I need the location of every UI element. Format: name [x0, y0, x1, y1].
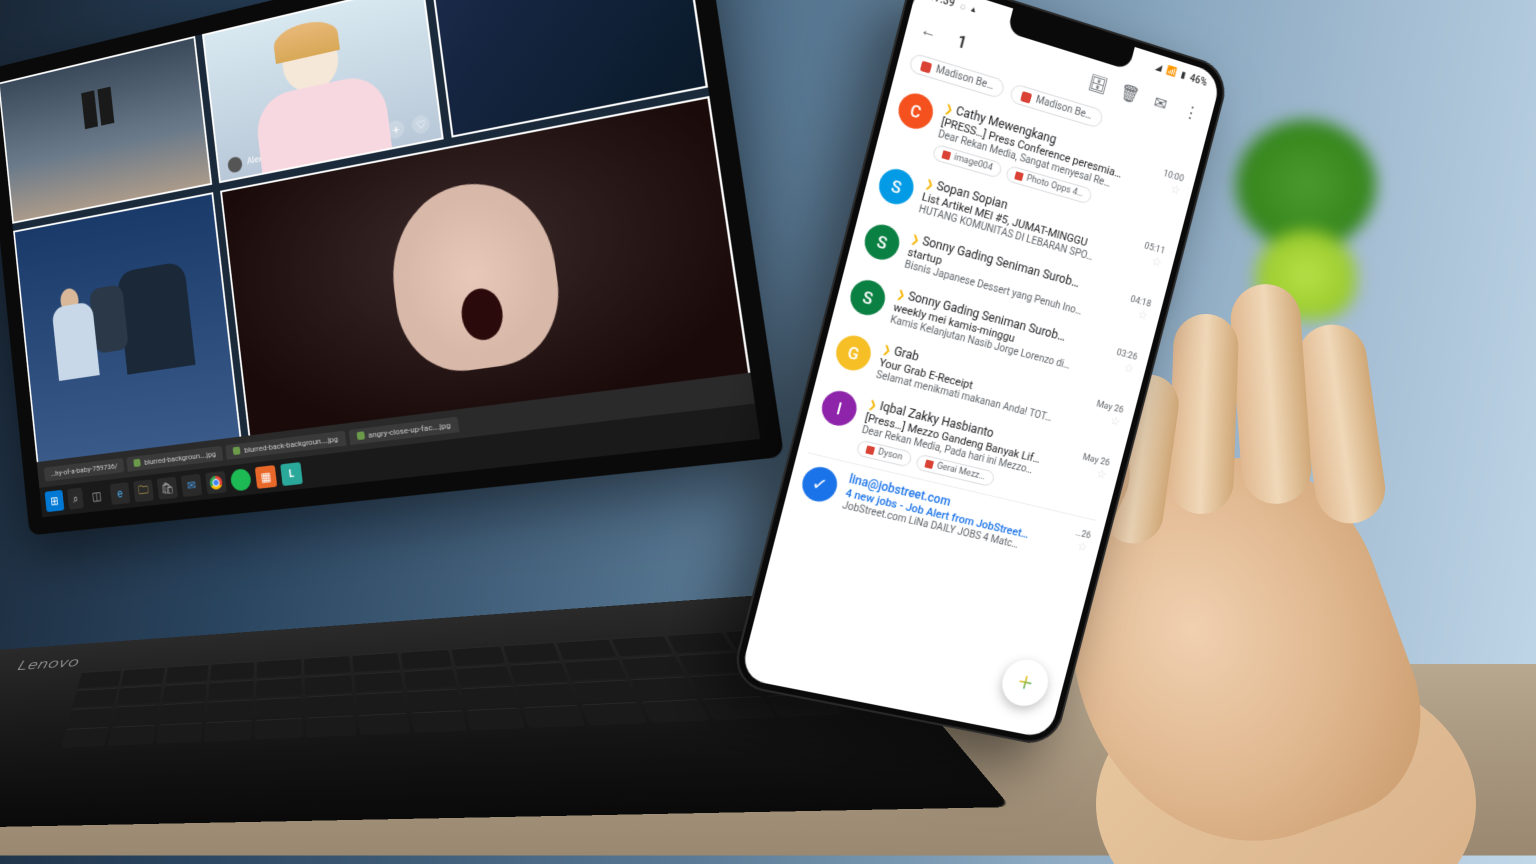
star-icon[interactable]: ☆: [1109, 413, 1122, 429]
app-icon[interactable]: L: [280, 462, 303, 486]
task-view-icon[interactable]: ◫: [87, 485, 107, 508]
back-arrow-icon[interactable]: ←: [917, 18, 942, 44]
email-list[interactable]: C ❯Cathy Mewengkang10:00 [PRESS…] Press …: [783, 76, 1198, 576]
battery-icon: ▮: [1180, 70, 1187, 81]
photo-author-label: Alexander Dummer: [227, 141, 318, 174]
star-icon[interactable]: ☆: [1123, 360, 1136, 376]
star-icon[interactable]: ☆: [1150, 254, 1163, 270]
attachment-icon: [920, 60, 932, 73]
star-icon[interactable]: ☆: [1169, 182, 1182, 198]
gallery-photo-meeting[interactable]: [13, 192, 241, 466]
file-explorer-icon[interactable]: 🗀: [133, 479, 154, 502]
archive-icon[interactable]: 🗄: [1087, 71, 1111, 96]
file-icon: [1014, 171, 1024, 181]
important-marker-icon: ❯: [943, 103, 954, 116]
app-icon[interactable]: ▦: [255, 465, 277, 489]
compose-fab[interactable]: +: [997, 656, 1053, 710]
sender-avatar: C: [895, 89, 937, 133]
potted-plant: [1226, 120, 1386, 320]
gallery-photo-legs[interactable]: [0, 36, 212, 224]
chrome-icon[interactable]: [205, 471, 227, 494]
laptop: Alexander Dummer + ♡: [0, 0, 818, 722]
sender-avatar: S: [875, 165, 917, 208]
selection-count: 1: [950, 29, 974, 55]
attachment-icon: [1021, 91, 1033, 104]
important-marker-icon: ❯: [924, 178, 935, 191]
sender-avatar: S: [847, 276, 889, 318]
image-file-icon: [233, 446, 241, 455]
address-bar[interactable]: …hy-of-a-baby-759736/: [44, 457, 125, 481]
laptop-brand-logo: Lenovo: [16, 655, 82, 674]
file-icon: [924, 459, 934, 469]
sender-avatar: S: [861, 221, 903, 264]
edge-icon[interactable]: e: [110, 482, 131, 505]
image-file-icon: [356, 431, 365, 440]
file-icon: [941, 150, 951, 160]
image-file-icon: [134, 459, 142, 467]
phone-body: 17:39 ◌ ▴ ◢ 📶 ▮ 46% ← 1 🗄: [729, 0, 1231, 748]
file-icon: [865, 445, 875, 455]
more-menu-icon[interactable]: ⋮: [1180, 100, 1203, 125]
star-icon[interactable]: ☆: [1136, 307, 1149, 323]
spotify-icon[interactable]: [230, 468, 252, 492]
important-marker-icon: ❯: [896, 289, 907, 302]
smartphone: 17:39 ◌ ▴ ◢ 📶 ▮ 46% ← 1 🗄: [729, 0, 1231, 748]
heart-icon[interactable]: ♡: [411, 114, 431, 135]
wifi-icon: ◢: [1154, 62, 1163, 74]
star-icon[interactable]: ☆: [1095, 466, 1108, 482]
checkmark-icon[interactable]: ✓: [799, 464, 841, 505]
scene-root: Alexander Dummer + ♡: [0, 0, 1536, 864]
notification-icon: ▴: [970, 4, 977, 15]
important-marker-icon: ❯: [867, 399, 878, 412]
laptop-screen-bezel: Alexander Dummer + ♡: [0, 0, 784, 535]
sender-avatar: G: [832, 332, 874, 374]
store-icon[interactable]: 🛍: [157, 477, 178, 500]
status-time: 17:39: [928, 0, 956, 9]
sender-avatar: I: [818, 387, 860, 429]
phone-screen[interactable]: 17:39 ◌ ▴ ◢ 📶 ▮ 46% ← 1 🗄: [739, 0, 1222, 739]
add-icon[interactable]: +: [386, 119, 406, 140]
search-icon[interactable]: ⌕: [67, 488, 84, 510]
signal-icon: 📶: [1165, 66, 1178, 79]
plus-icon: +: [1015, 667, 1036, 698]
mail-icon[interactable]: ✉: [181, 474, 202, 497]
whatsapp-icon: ◌: [959, 0, 967, 13]
start-button-icon[interactable]: ⊞: [45, 490, 65, 512]
delete-icon[interactable]: 🗑: [1118, 81, 1141, 106]
important-marker-icon: ❯: [881, 344, 892, 357]
laptop-display[interactable]: Alexander Dummer + ♡: [0, 0, 760, 517]
star-icon[interactable]: ☆: [1076, 539, 1089, 554]
author-avatar-icon: [227, 156, 243, 174]
author-name: Alexander Dummer: [247, 144, 318, 167]
important-marker-icon: ❯: [910, 234, 921, 247]
mark-unread-icon[interactable]: ✉: [1149, 90, 1172, 115]
battery-percent: 46%: [1189, 73, 1209, 89]
